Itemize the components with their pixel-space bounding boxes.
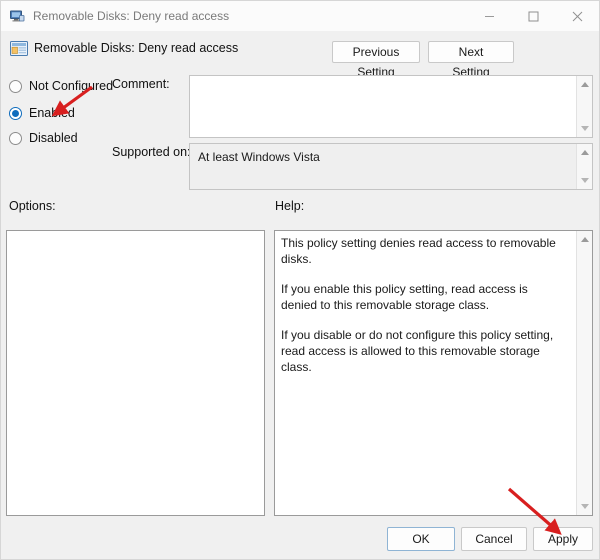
title-bar: Removable Disks: Deny read access	[1, 1, 599, 31]
options-panel[interactable]	[6, 230, 265, 516]
help-paragraph: If you disable or do not configure this …	[281, 328, 554, 374]
ok-button[interactable]: OK	[387, 527, 455, 551]
help-paragraph: This policy setting denies read access t…	[281, 236, 556, 266]
help-text: This policy setting denies read access t…	[281, 235, 567, 375]
radio-not-configured[interactable]: Not Configured	[9, 77, 113, 95]
previous-setting-button[interactable]: Previous Setting	[332, 41, 420, 79]
policy-setting-dialog: Removable Disks: Deny read access Remova…	[0, 0, 600, 560]
options-label: Options:	[9, 199, 56, 213]
radio-indicator-selected	[9, 106, 22, 120]
scroll-up-icon[interactable]	[577, 77, 592, 92]
window-title: Removable Disks: Deny read access	[33, 9, 230, 23]
scroll-up-icon[interactable]	[577, 232, 592, 247]
close-icon[interactable]	[555, 1, 599, 31]
scroll-down-icon[interactable]	[577, 121, 592, 136]
radio-label: Not Configured	[29, 79, 114, 93]
scroll-down-icon[interactable]	[577, 173, 592, 188]
comment-textarea[interactable]	[189, 75, 593, 138]
supported-on-field: At least Windows Vista	[189, 143, 593, 190]
scroll-down-icon[interactable]	[577, 499, 592, 514]
scroll-up-icon[interactable]	[577, 145, 592, 160]
radio-indicator	[9, 131, 22, 145]
minimize-icon[interactable]	[467, 1, 511, 31]
supported-on-value: At least Windows Vista	[198, 150, 320, 164]
window-controls	[467, 1, 599, 31]
radio-label: Enabled	[29, 106, 75, 120]
radio-enabled[interactable]: Enabled	[9, 104, 75, 122]
comment-label: Comment:	[112, 77, 170, 91]
supported-on-label: Supported on:	[112, 145, 191, 159]
admin-template-icon	[10, 40, 28, 57]
help-paragraph: If you enable this policy setting, read …	[281, 282, 528, 312]
help-scrollbar[interactable]	[576, 231, 592, 515]
maximize-icon[interactable]	[511, 1, 555, 31]
radio-disabled[interactable]: Disabled	[9, 129, 78, 147]
apply-button[interactable]: Apply	[533, 527, 593, 551]
cancel-button[interactable]: Cancel	[461, 527, 527, 551]
help-panel: This policy setting denies read access t…	[274, 230, 593, 516]
radio-indicator	[9, 79, 22, 93]
supported-scrollbar[interactable]	[576, 144, 592, 189]
policy-monitor-icon	[9, 8, 25, 24]
next-setting-button[interactable]: Next Setting	[428, 41, 514, 79]
dialog-header: Removable Disks: Deny read access Previo…	[1, 31, 599, 79]
radio-label: Disabled	[29, 131, 78, 145]
page-title: Removable Disks: Deny read access	[34, 41, 239, 55]
comment-scrollbar[interactable]	[576, 76, 592, 137]
help-label: Help:	[275, 199, 305, 213]
